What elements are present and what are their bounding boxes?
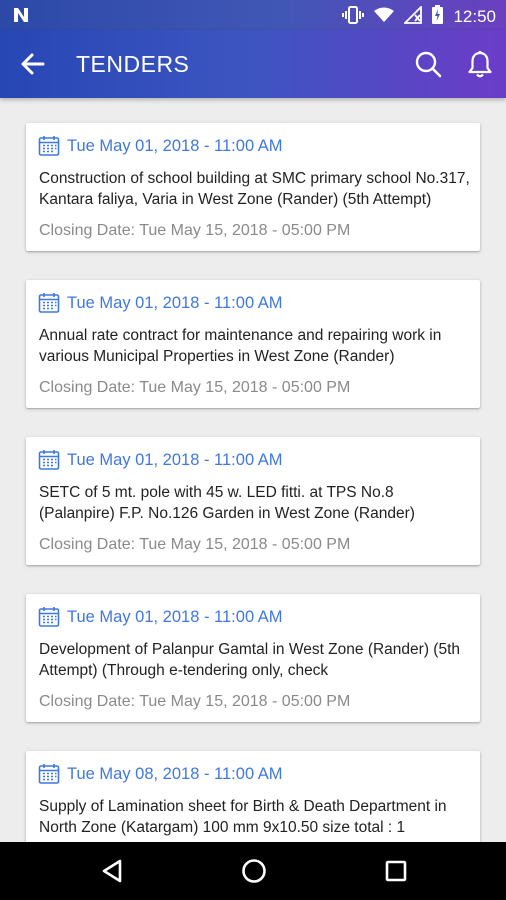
calendar-icon bbox=[38, 764, 60, 784]
tender-description: Development of Palanpur Gamtal in West Z… bbox=[39, 641, 460, 679]
navigation-bar bbox=[0, 842, 506, 900]
nav-back-button[interactable] bbox=[98, 856, 128, 886]
tender-date: Tue May 01, 2018 - 11:00 AM bbox=[67, 136, 283, 155]
nav-home-button[interactable] bbox=[239, 856, 269, 886]
tender-description: Annual rate contract for maintenance and… bbox=[39, 327, 442, 365]
back-arrow-icon bbox=[21, 53, 45, 75]
tender-date: Tue May 01, 2018 - 11:00 AM bbox=[67, 293, 283, 312]
app-bar: TENDERS bbox=[0, 30, 506, 98]
notifications-button[interactable] bbox=[466, 50, 494, 78]
search-button[interactable] bbox=[414, 50, 442, 78]
tender-card[interactable]: Tue May 01, 2018 - 11:00 AM Annual rate … bbox=[26, 280, 480, 408]
battery-charging-icon bbox=[432, 5, 444, 29]
tender-date: Tue May 08, 2018 - 11:00 AM bbox=[67, 764, 283, 783]
calendar-icon bbox=[38, 293, 60, 313]
tender-date: Tue May 01, 2018 - 11:00 AM bbox=[67, 607, 283, 626]
closing-date: Closing Date: Tue May 15, 2018 - 05:00 P… bbox=[39, 379, 351, 396]
tender-card[interactable]: Tue May 08, 2018 - 11:00 AM Supply of La… bbox=[26, 751, 480, 842]
closing-date: Closing Date: Tue May 15, 2018 - 05:00 P… bbox=[39, 693, 351, 710]
app-n-icon bbox=[12, 6, 30, 29]
calendar-icon bbox=[38, 450, 60, 470]
wifi-icon bbox=[374, 7, 395, 28]
back-button[interactable] bbox=[18, 50, 48, 78]
nav-recents-button[interactable] bbox=[381, 856, 411, 886]
tender-card[interactable]: Tue May 01, 2018 - 11:00 AM Development … bbox=[26, 594, 480, 722]
status-bar: 12:50 bbox=[0, 0, 506, 30]
bell-icon bbox=[468, 50, 492, 78]
circle-home-icon bbox=[242, 859, 266, 883]
square-recents-icon bbox=[385, 860, 407, 882]
tender-card[interactable]: Tue May 01, 2018 - 11:00 AM Construction… bbox=[26, 123, 480, 251]
tender-date: Tue May 01, 2018 - 11:00 AM bbox=[67, 450, 283, 469]
triangle-back-icon bbox=[102, 859, 122, 883]
tender-description: SETC of 5 mt. pole with 45 w. LED fitti.… bbox=[39, 484, 415, 522]
tender-description: Construction of school building at SMC p… bbox=[39, 170, 470, 208]
calendar-icon bbox=[38, 136, 60, 156]
page-title: TENDERS bbox=[76, 51, 190, 77]
search-icon bbox=[415, 51, 442, 78]
closing-date: Closing Date: Tue May 15, 2018 - 05:00 P… bbox=[39, 222, 351, 239]
closing-date: Closing Date: Tue May 15, 2018 - 05:00 P… bbox=[39, 536, 351, 553]
calendar-icon bbox=[38, 607, 60, 627]
no-signal-icon bbox=[403, 4, 423, 29]
vibrate-icon bbox=[342, 5, 365, 29]
tender-description: Supply of Lamination sheet for Birth & D… bbox=[39, 798, 447, 836]
tender-card[interactable]: Tue May 01, 2018 - 11:00 AM SETC of 5 mt… bbox=[26, 437, 480, 565]
tender-list[interactable]: Tue May 01, 2018 - 11:00 AM Construction… bbox=[0, 98, 506, 842]
status-time: 12:50 bbox=[453, 7, 496, 26]
